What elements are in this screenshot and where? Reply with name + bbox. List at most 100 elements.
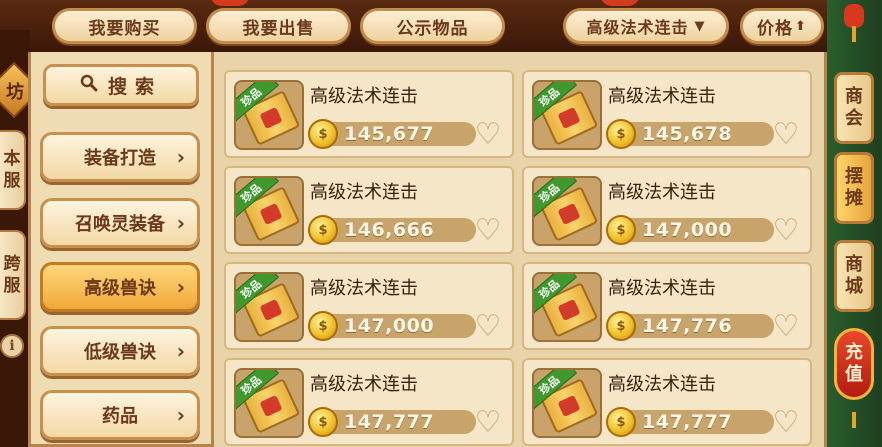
side-tab-char: 值 — [845, 364, 863, 385]
sort-price-button[interactable]: 价格 ⬆ — [740, 8, 824, 44]
top-ornament — [210, 0, 250, 6]
category-label: 高级兽诀 — [84, 278, 156, 299]
item-price: 145,677 — [344, 123, 435, 145]
listing-card[interactable]: 珍品 高级法术连击 $ 147,000 ♡ — [224, 262, 514, 350]
heart-icon[interactable]: ♡ — [770, 216, 802, 246]
side-menu: 商 会 摆 摊 商 城 充 值 — [827, 0, 882, 447]
chevron-right-icon: › — [176, 145, 185, 169]
listing-card[interactable]: 珍品 高级法术连击 $ 145,677 ♡ — [224, 70, 514, 158]
server-ribbon: 坊 本 服 跨 服 i — [0, 30, 43, 447]
heart-icon[interactable]: ♡ — [472, 312, 504, 342]
side-tab-merchant[interactable]: 商 会 — [834, 72, 874, 144]
price-bar: $ 147,000 — [606, 215, 774, 245]
category-item[interactable]: 低级兽诀 › — [40, 326, 200, 376]
heart-icon[interactable]: ♡ — [472, 408, 504, 438]
tab-public-label: 公示物品 — [396, 18, 469, 39]
item-price: 145,678 — [642, 123, 733, 145]
side-tab-shop[interactable]: 商 城 — [834, 240, 874, 312]
item-price: 147,776 — [642, 315, 733, 337]
tassel-decoration — [852, 26, 856, 42]
tab-cross-server-char: 服 — [3, 276, 21, 296]
chevron-right-icon: › — [176, 403, 185, 427]
tab-this-server-char: 服 — [3, 171, 21, 191]
tassel-decoration — [852, 412, 856, 428]
listing-card[interactable]: 珍品 高级法术连击 $ 147,777 ♡ — [224, 358, 514, 446]
heart-icon[interactable]: ♡ — [472, 120, 504, 150]
info-icon[interactable]: i — [0, 334, 24, 358]
price-bar: $ 147,000 — [308, 311, 476, 341]
coin-icon: $ — [308, 311, 338, 341]
search-label: 搜索 — [107, 75, 162, 98]
item-price: 146,666 — [344, 219, 435, 241]
tab-public[interactable]: 公示物品 — [360, 8, 505, 44]
tab-this-server[interactable]: 本 服 — [0, 130, 26, 210]
listing-card[interactable]: 珍品 高级法术连击 $ 147,777 ♡ — [522, 358, 812, 446]
side-tab-char: 商 — [845, 254, 863, 275]
skill-book-icon: 珍品 — [234, 176, 304, 246]
price-bar: $ 146,666 — [308, 215, 476, 245]
item-name: 高级法术连击 — [310, 374, 418, 395]
skill-book-icon: 珍品 — [532, 176, 602, 246]
filter-dropdown-label: 高级法术连击 — [586, 18, 689, 37]
category-item[interactable]: 药品 › — [40, 390, 200, 440]
top-ornament — [600, 0, 640, 6]
item-price: 147,000 — [344, 315, 435, 337]
coin-icon: $ — [606, 407, 636, 437]
category-item[interactable]: 装备打造 › — [40, 132, 200, 182]
tab-sell-label: 我要出售 — [242, 18, 315, 39]
listing-card[interactable]: 珍品 高级法术连击 $ 146,666 ♡ — [224, 166, 514, 254]
category-item[interactable]: 召唤灵装备 › — [40, 198, 200, 248]
chevron-right-icon: › — [176, 275, 185, 299]
item-name: 高级法术连击 — [608, 86, 716, 107]
sort-price-label: 价格 — [757, 18, 794, 39]
coin-icon: $ — [606, 311, 636, 341]
side-tab-char: 摊 — [845, 188, 863, 209]
price-bar: $ 147,777 — [606, 407, 774, 437]
listing-card[interactable]: 珍品 高级法术连击 $ 147,776 ♡ — [522, 262, 812, 350]
side-tab-char: 会 — [845, 108, 863, 129]
coin-icon: $ — [606, 215, 636, 245]
lantern-decoration — [844, 4, 864, 28]
heart-icon[interactable]: ♡ — [472, 216, 504, 246]
category-item-active[interactable]: 高级兽诀 › — [40, 262, 200, 312]
side-tab-char: 商 — [845, 86, 863, 107]
search-icon — [80, 74, 98, 97]
side-tab-char: 摆 — [845, 166, 863, 187]
tab-sell[interactable]: 我要出售 — [206, 8, 351, 44]
item-name: 高级法术连击 — [310, 182, 418, 203]
price-bar: $ 145,678 — [606, 119, 774, 149]
item-price: 147,777 — [642, 411, 733, 433]
filter-dropdown[interactable]: 高级法术连击 ▼ — [563, 8, 729, 44]
item-name: 高级法术连击 — [608, 182, 716, 203]
tab-buy-label: 我要购买 — [88, 18, 161, 39]
category-label: 药品 — [102, 406, 138, 427]
listing-card[interactable]: 珍品 高级法术连击 $ 147,000 ♡ — [522, 166, 812, 254]
item-price: 147,000 — [642, 219, 733, 241]
side-tab-char: 充 — [845, 342, 863, 363]
item-name: 高级法术连击 — [608, 374, 716, 395]
tab-cross-server[interactable]: 跨 服 — [0, 230, 26, 320]
listing-card[interactable]: 珍品 高级法术连击 $ 145,678 ♡ — [522, 70, 812, 158]
search-button[interactable]: 搜索 — [43, 64, 199, 106]
side-tab-char: 城 — [845, 276, 863, 297]
category-label: 召唤灵装备 — [75, 214, 165, 235]
price-bar: $ 147,776 — [606, 311, 774, 341]
coin-icon: $ — [308, 119, 338, 149]
chevron-down-icon: ▼ — [694, 18, 706, 34]
recharge-button[interactable]: 充 值 — [834, 328, 874, 400]
heart-icon[interactable]: ♡ — [770, 312, 802, 342]
skill-book-icon: 珍品 — [532, 80, 602, 150]
heart-icon[interactable]: ♡ — [770, 408, 802, 438]
category-label: 低级兽诀 — [84, 342, 156, 363]
skill-book-icon: 珍品 — [234, 368, 304, 438]
side-tab-stall[interactable]: 摆 摊 — [834, 152, 874, 224]
tab-buy[interactable]: 我要购买 — [52, 8, 197, 44]
category-label: 装备打造 — [84, 148, 156, 169]
heart-icon[interactable]: ♡ — [770, 120, 802, 150]
top-bar: 我要购买 我要出售 公示物品 高级法术连击 ▼ 价格 ⬆ — [0, 0, 882, 52]
skill-book-icon: 珍品 — [532, 368, 602, 438]
item-price: 147,777 — [344, 411, 435, 433]
category-panel: 搜索 装备打造 › 召唤灵装备 › 高级兽诀 › 低级兽诀 › 药品 › — [28, 52, 214, 447]
price-bar: $ 145,677 — [308, 119, 476, 149]
skill-book-icon: 珍品 — [234, 272, 304, 342]
